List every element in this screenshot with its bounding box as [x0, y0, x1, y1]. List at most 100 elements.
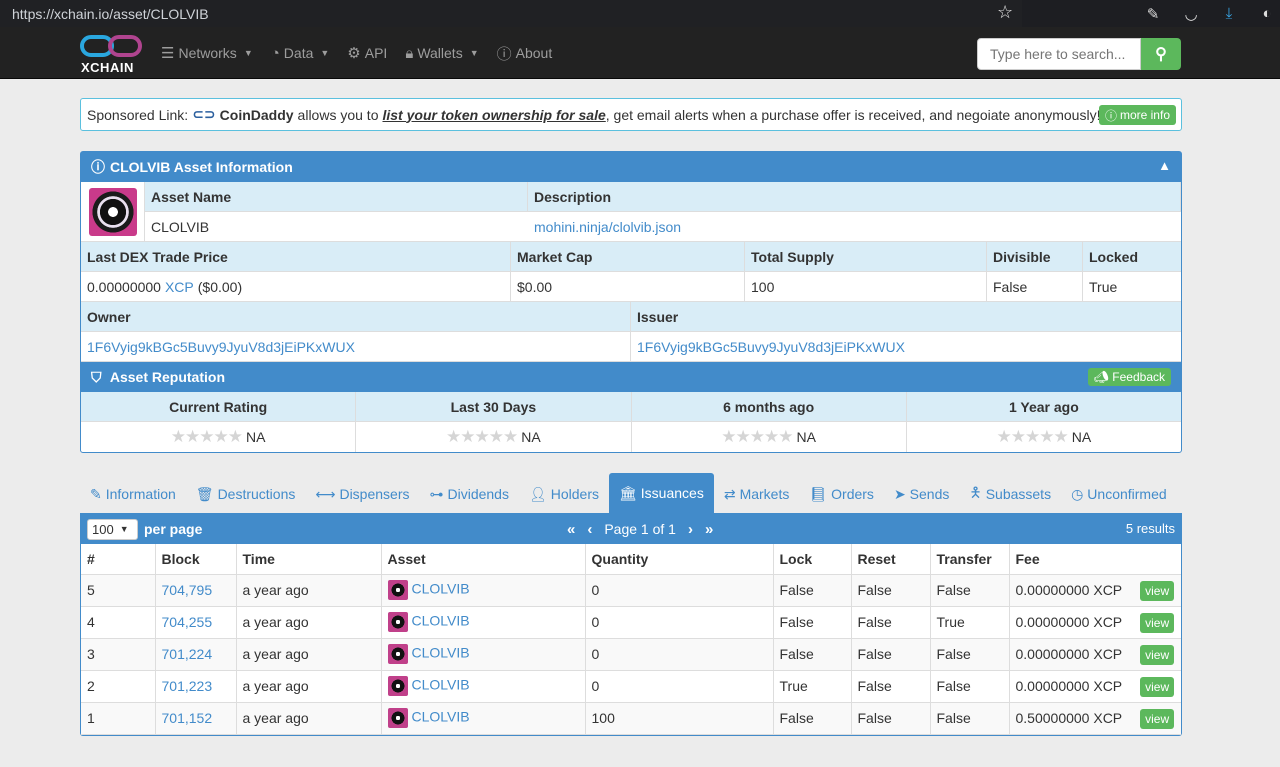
fee-value: 0.00000000 XCP	[1015, 646, 1123, 662]
pencil-icon: ✎	[90, 485, 102, 502]
transfer-cell: False	[930, 638, 1010, 671]
quantity-cell: 100	[585, 702, 774, 735]
reset-cell: False	[851, 606, 931, 639]
nav-api[interactable]: ⚙ API	[347, 44, 387, 62]
block-link[interactable]: 701,224	[155, 638, 237, 671]
results-count: 5 results	[1125, 521, 1175, 536]
profile-icon[interactable]: ◐	[1258, 5, 1276, 23]
next-page-icon[interactable]: ›	[688, 521, 693, 538]
pocket-icon[interactable]: ◡	[1182, 5, 1200, 23]
tab-dispensers[interactable]: ⟷ Dispensers	[305, 475, 419, 513]
view-button[interactable]: view	[1140, 709, 1175, 729]
time-cell: a year ago	[236, 702, 382, 735]
tab-destructions[interactable]: 🗑︎ Destructions	[186, 475, 306, 513]
tab-issuances[interactable]: 🏛︎ Issuances	[609, 473, 714, 513]
issuer-link[interactable]: 1F6Vyig9kBGc5Buvy9JyuV8d3jEiPKxWUX	[631, 332, 1181, 362]
tab-information[interactable]: ✎ Information	[80, 475, 186, 513]
nav-wallets[interactable]: 🔒︎ Wallets ▼	[405, 45, 478, 62]
address-bar[interactable]: https://xchain.io/asset/CLOLVIB ☆	[0, 0, 1022, 27]
asset-link[interactable]: CLOLVIB	[412, 581, 470, 597]
caret-down-icon: ▼	[243, 48, 253, 58]
trash-icon: 🗑︎	[195, 485, 214, 502]
tab-orders[interactable]: 📘︎ Orders	[799, 475, 884, 513]
asset-link[interactable]: CLOLVIB	[412, 677, 470, 693]
book-icon: 📘︎	[809, 485, 828, 502]
sponsor-text1: allows you to	[297, 106, 379, 123]
block-link[interactable]: 704,255	[155, 606, 237, 639]
last-page-icon[interactable]: »	[705, 521, 713, 538]
sponsor-brand[interactable]: CoinDaddy	[220, 107, 294, 123]
asset-thumbnail	[387, 708, 408, 728]
asset-cell[interactable]: CLOLVIB	[381, 670, 586, 703]
sponsor-link[interactable]: list your token ownership for sale	[382, 107, 605, 123]
price-usd: ($0.00)	[197, 278, 243, 295]
clock-icon: ◷	[1071, 485, 1084, 502]
nav-data-label: Data	[283, 45, 314, 61]
view-button[interactable]: view	[1140, 645, 1175, 665]
extension-icon[interactable]: ✎	[1144, 5, 1162, 23]
reputation-header: ⛉ Asset Reputation 📣︎ Feedback	[81, 362, 1181, 392]
xcp-link[interactable]: XCP	[165, 279, 194, 295]
prev-page-icon[interactable]: ‹	[587, 521, 592, 538]
tab-holders[interactable]: 👤︎ Holders	[519, 475, 609, 513]
asset-cell[interactable]: CLOLVIB	[381, 702, 586, 735]
rating-6months: ★★★★★ NA	[632, 422, 907, 452]
url-text: https://xchain.io/asset/CLOLVIB	[12, 5, 209, 22]
fee-cell: 0.00000000 XCP view	[1009, 606, 1181, 639]
quantity-cell: 0	[585, 574, 774, 607]
asset-link[interactable]: CLOLVIB	[412, 645, 470, 661]
info-icon: ⓘ	[1104, 108, 1117, 123]
search-input[interactable]	[977, 38, 1141, 70]
bookmark-star-icon[interactable]: ☆	[997, 2, 1013, 23]
issuances-panel: 100 ▼ per page « ‹ Page 1 of 1 › » 5 res…	[80, 514, 1182, 736]
star-rating-icon: ★★★★★	[721, 427, 793, 446]
asset-link[interactable]: CLOLVIB	[412, 709, 470, 725]
xchain-logo[interactable]: XCHAIN	[80, 33, 144, 75]
col-asset: Asset	[381, 544, 586, 575]
owner-label: Owner	[81, 302, 631, 332]
block-link[interactable]: 701,152	[155, 702, 237, 735]
tab-unconfirmed[interactable]: ◷ Unconfirmed	[1061, 475, 1177, 513]
tab-label: Information	[105, 486, 176, 502]
col-fee: Fee	[1009, 544, 1181, 575]
tab-label: Issuances	[640, 485, 704, 501]
tab-sends[interactable]: ➤ Sends	[884, 475, 959, 513]
nav-data[interactable]: ◔ Data ▼	[271, 45, 330, 62]
nav-networks[interactable]: ☰ Networks ▼	[161, 44, 253, 62]
more-info-button[interactable]: ⓘ more info	[1098, 105, 1176, 125]
reset-cell: False	[851, 574, 931, 607]
block-link[interactable]: 701,223	[155, 670, 237, 703]
owner-value-row: 1F6Vyig9kBGc5Buvy9JyuV8d3jEiPKxWUX 1F6Vy…	[81, 332, 1181, 362]
price-value: 0.00000000	[87, 278, 161, 295]
feedback-button[interactable]: 📣︎ Feedback	[1087, 368, 1171, 386]
chevron-up-icon[interactable]: ▲	[1158, 158, 1171, 173]
tab-dividends[interactable]: ⊶ Dividends	[419, 475, 518, 513]
download-icon[interactable]: ⤓	[1220, 5, 1238, 23]
nav-wallets-label: Wallets	[417, 45, 463, 61]
top-navbar: XCHAIN ☰ Networks ▼ ◔ Data ▼ ⚙ API 🔒︎ Wa…	[0, 27, 1280, 79]
description-link[interactable]: mohini.ninja/clolvib.json	[528, 212, 1181, 242]
nav-about[interactable]: ⓘ About	[497, 43, 553, 64]
asset-cell[interactable]: CLOLVIB	[381, 574, 586, 607]
per-page-select[interactable]: 100 ▼	[87, 518, 138, 540]
view-button[interactable]: view	[1140, 613, 1175, 633]
asset-cell[interactable]: CLOLVIB	[381, 606, 586, 639]
view-button[interactable]: view	[1140, 581, 1175, 601]
row-number: 2	[81, 670, 156, 703]
asset-cell[interactable]: CLOLVIB	[381, 638, 586, 671]
owner-link[interactable]: 1F6Vyig9kBGc5Buvy9JyuV8d3jEiPKxWUX	[81, 332, 631, 362]
asset-info-header[interactable]: ⓘ CLOLVIB Asset Information ▲	[81, 152, 1181, 182]
asset-name-row: Asset Name CLOLVIB Description mohini.ni…	[81, 182, 1181, 242]
rating-6months-label: 6 months ago	[631, 392, 907, 422]
first-page-icon[interactable]: «	[567, 521, 575, 538]
asset-thumbnail	[387, 580, 408, 600]
tab-markets[interactable]: ⇄ Markets	[714, 475, 800, 513]
tab-label: Sends	[909, 486, 950, 502]
block-link[interactable]: 704,795	[155, 574, 237, 607]
view-button[interactable]: view	[1140, 677, 1175, 697]
tab-subassets[interactable]: 🯅 Subassets	[959, 475, 1061, 513]
search-button[interactable]: ⚲	[1141, 38, 1181, 70]
asset-link[interactable]: CLOLVIB	[412, 613, 470, 629]
nav-api-label: API	[364, 45, 388, 61]
rating-30days: ★★★★★ NA	[356, 422, 632, 452]
